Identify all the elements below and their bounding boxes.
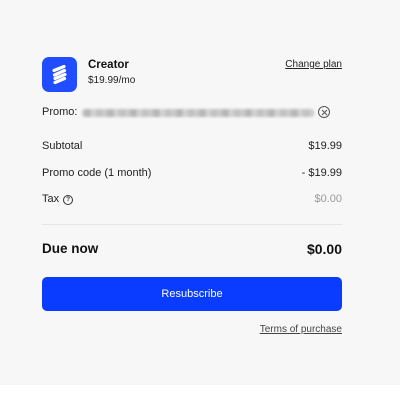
promo-row: Promo:: [42, 105, 342, 121]
promo-code-redacted: [82, 109, 314, 117]
clear-promo-icon[interactable]: [318, 106, 330, 118]
promo-discount-value: - $19.99: [301, 167, 342, 179]
tax-row: Tax? $0.00: [42, 193, 342, 209]
subtotal-value: $19.99: [308, 140, 342, 152]
change-plan-link[interactable]: Change plan: [285, 59, 342, 70]
question-help-icon[interactable]: ?: [63, 195, 74, 205]
promo-discount-row: Promo code (1 month) - $19.99: [42, 167, 342, 183]
plan-row: Creator $19.99/mo Change plan: [42, 56, 342, 92]
due-now-row: Due now $0.00: [42, 241, 342, 261]
promo-label: Promo:: [42, 106, 78, 118]
resubscribe-button[interactable]: Resubscribe: [42, 277, 342, 311]
divider: [42, 224, 342, 225]
terms-of-purchase-link[interactable]: Terms of purchase: [260, 324, 342, 335]
due-now-value: $0.00: [306, 241, 342, 257]
subtotal-row: Subtotal $19.99: [42, 140, 342, 156]
tax-label: Tax: [42, 193, 60, 205]
plan-price: $19.99/mo: [88, 75, 136, 86]
due-now-label: Due now: [42, 241, 99, 256]
checkout-panel: Creator $19.99/mo Change plan Promo: Sub…: [0, 0, 400, 385]
plan-logo-icon: [42, 57, 77, 92]
promo-discount-label: Promo code (1 month): [42, 167, 152, 179]
plan-name: Creator: [88, 59, 129, 71]
tax-value: $0.00: [314, 193, 342, 205]
tax-label-wrap: Tax?: [42, 193, 74, 205]
subtotal-label: Subtotal: [42, 140, 83, 152]
